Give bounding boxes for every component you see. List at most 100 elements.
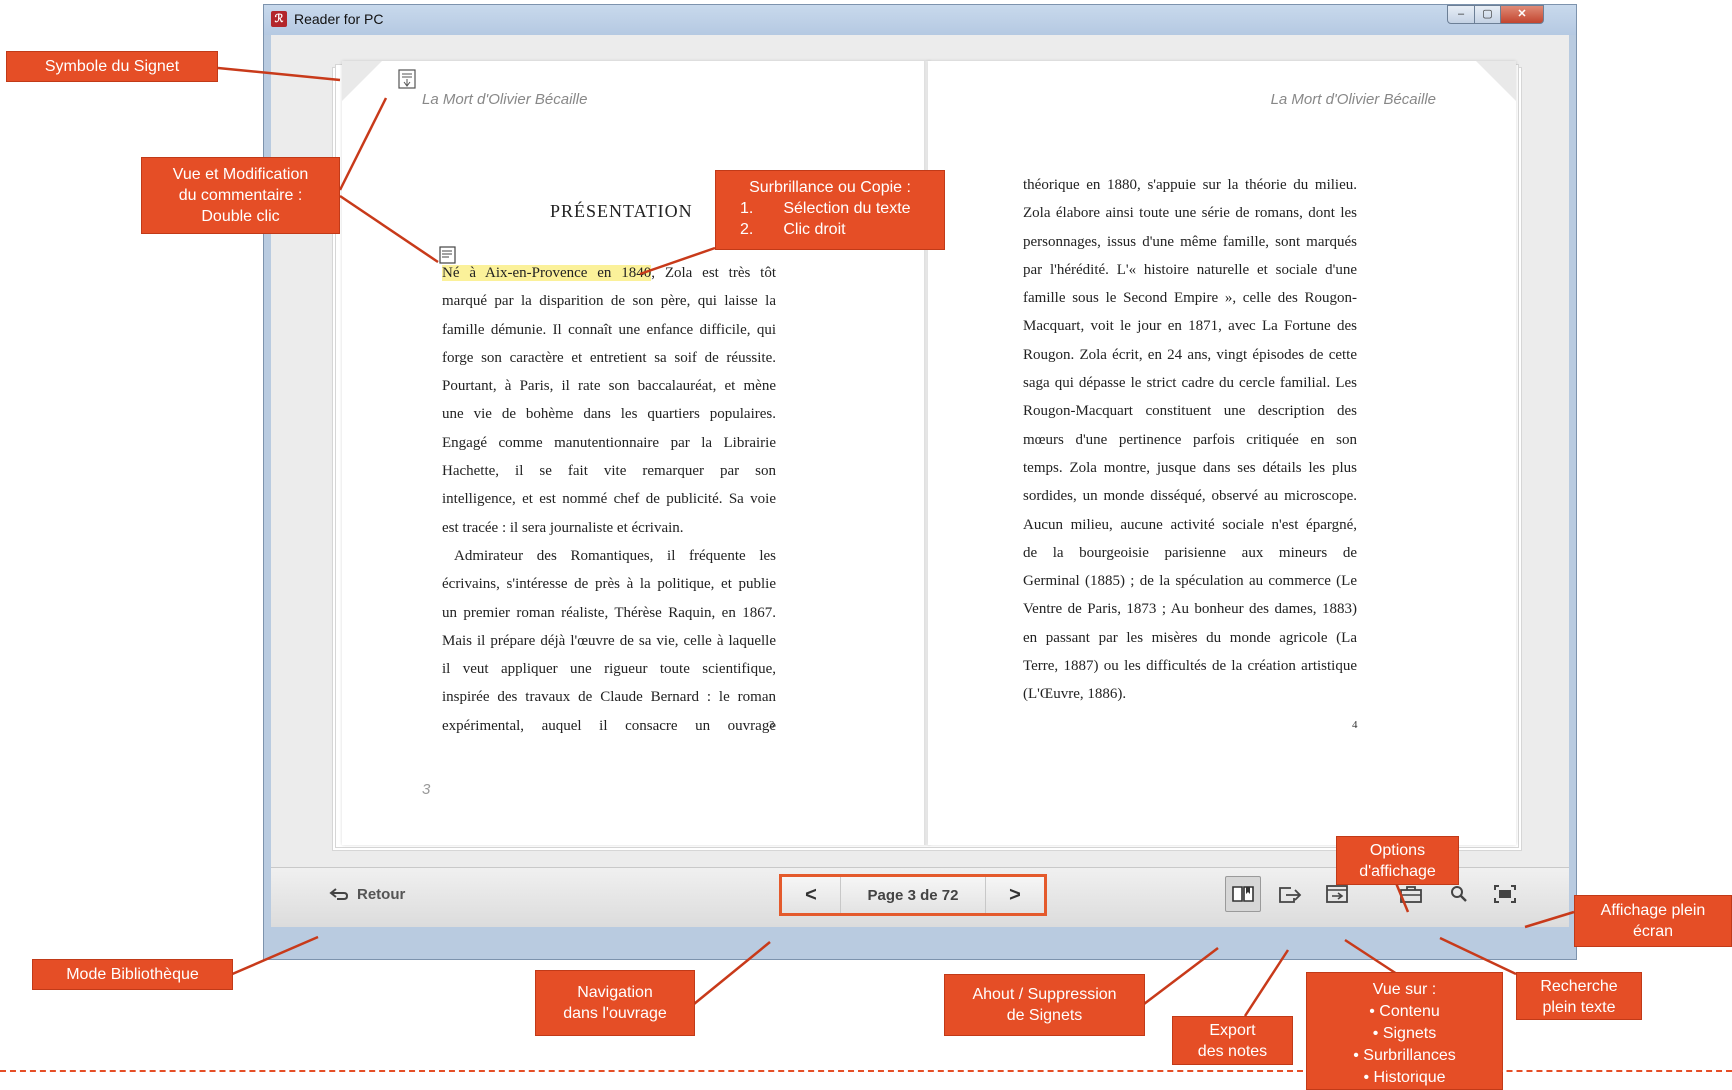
annotation-line: des notes — [1197, 1043, 1268, 1060]
maximize-button[interactable]: ▢ — [1474, 5, 1501, 24]
reader-window: ℛ Reader for PC ‒ ▢ ✕ La Mort d'Olivier … — [263, 4, 1577, 960]
annotation-highlight-copy: Surbrillance ou Copie : 1. Sélection du t… — [715, 170, 945, 250]
page-corner-fold[interactable] — [342, 61, 382, 101]
annotation-line: Ahout / Suppression — [972, 986, 1117, 1003]
text-line: expérimental, auquel il consacre un ouvr… — [442, 717, 776, 734]
text-line: une vie de bohème dans les quartiers pop… — [442, 406, 776, 423]
annotation-step: 2. Clic droit — [716, 219, 944, 240]
annotation-step: 1. Sélection du texte — [716, 198, 944, 219]
annotation-library-mode: Mode Bibliothèque — [32, 959, 233, 990]
toolbox-icon — [1400, 886, 1422, 903]
page-corner-fold[interactable] — [1476, 61, 1516, 101]
annotation-display-options: Options d'affichage — [1336, 836, 1459, 885]
right-page-text[interactable]: théorique en 1880, s'appuie sur la théor… — [1023, 171, 1357, 709]
annotation-line: Affichage plein — [1600, 902, 1706, 919]
annotation-line: Export — [1209, 1022, 1256, 1039]
chapter-heading: PRÉSENTATION — [550, 201, 693, 221]
text-line: en passant par les misères du monde agri… — [1023, 629, 1357, 646]
page-navigation: < Page 3 de 72 > — [779, 874, 1047, 916]
annotation-fullscreen: Affichage plein écran — [1574, 895, 1732, 947]
text-line: Germinal (1885) ; de la spéculation au c… — [1023, 573, 1357, 590]
previous-page-button[interactable]: < — [782, 877, 840, 913]
text-line: un premier roman réaliste, Thérèse Raqui… — [442, 604, 776, 621]
highlighted-text[interactable]: Né à Aix-en-Provence en 1840 — [442, 265, 652, 281]
text-line: temps. Zola montre, jusque dans ses déta… — [1023, 459, 1357, 476]
text-line: forge son caractère et entretient sa soi… — [442, 349, 776, 366]
text-line: Né à Aix-en-Provence en 1840, Zola est t… — [442, 259, 776, 287]
text-line: écrivains, s'intéresse de près à la poli… — [442, 576, 776, 593]
panel-view-icon — [1326, 885, 1348, 903]
annotation-navigation: Navigation dans l'ouvrage — [535, 970, 695, 1036]
annotation-line: Vue sur : — [1372, 981, 1437, 998]
text-line: Pourtant, à Paris, il rate son baccalaur… — [442, 378, 776, 395]
annotation-view-on: Vue sur : • Contenu • Signets • Surbrill… — [1306, 972, 1503, 1090]
annotation-line: Navigation — [577, 984, 653, 1001]
text-line: théorique en 1880, s'appuie sur la théor… — [1023, 177, 1357, 193]
reader-content: La Mort d'Olivier Bécaille PRÉSENTATION … — [271, 35, 1569, 897]
annotation-line: Options — [1369, 842, 1426, 859]
running-head-left: La Mort d'Olivier Bécaille — [422, 91, 588, 108]
bookmark-toggle-button[interactable] — [1225, 876, 1261, 912]
annotation-line: Surbrillance ou Copie : — [749, 179, 911, 196]
annotation-fulltext-search: Recherche plein texte — [1516, 972, 1642, 1020]
annotation-export: Export des notes — [1172, 1016, 1293, 1065]
export-icon — [1279, 887, 1302, 903]
page-folio-right: 4 — [1352, 719, 1358, 731]
close-button[interactable]: ✕ — [1500, 5, 1544, 24]
export-notes-button[interactable] — [1273, 876, 1309, 912]
minimize-button[interactable]: ‒ — [1447, 5, 1475, 24]
text-line: Admirateur des Romantiques, il fréquente… — [454, 547, 776, 564]
text-line: intelligence, et est nommé chef de publi… — [442, 491, 776, 508]
back-arrow-icon — [329, 888, 349, 900]
text-line: (L'Œuvre, 1886). — [1023, 686, 1127, 703]
text-line: Rougon-Macquart constituent une descript… — [1023, 403, 1357, 420]
text-line: Ventre de Paris, 1873 ; Au bonheur des d… — [1023, 601, 1357, 618]
text-line: de la bourgeoisie parisienne aux mineurs… — [1023, 544, 1357, 561]
running-head-right: La Mort d'Olivier Bécaille — [1270, 91, 1436, 108]
page-indicator: Page 3 de 72 — [840, 877, 986, 913]
annotation-line: dans l'ouvrage — [563, 1005, 667, 1022]
step-text: Sélection du texte — [783, 200, 911, 217]
annotation-line: • Signets — [1372, 1025, 1437, 1042]
reader-app-icon: ℛ — [271, 11, 287, 27]
text-line: il veut appliquer une rigueur toute scie… — [442, 661, 776, 678]
annotation-line: d'affichage — [1359, 863, 1436, 880]
title-bar[interactable]: ℛ Reader for PC ‒ ▢ ✕ — [264, 5, 1576, 35]
annotation-line: Double clic — [201, 208, 280, 225]
annotation-line: du commentaire : — [178, 187, 303, 204]
text-line: marqué par la disparition de son père, q… — [442, 293, 776, 310]
text-line: Terre, 1887) ou les difficultés de la cr… — [1023, 658, 1357, 675]
text-line: Rougon. Zola écrit, en 24 ans, vingt épi… — [1023, 346, 1357, 363]
fullscreen-button[interactable] — [1487, 876, 1523, 912]
text-line: saga qui dépasse le strict cadre du cerc… — [1023, 375, 1357, 392]
annotation-line: de Signets — [1006, 1007, 1083, 1024]
dashed-separator — [0, 1070, 1732, 1072]
left-page-text[interactable]: Né à Aix-en-Provence en 1840, Zola est t… — [442, 259, 776, 740]
text-line: Zola élabore ainsi toute une série de ro… — [1023, 205, 1357, 222]
annotation-bookmarks: Ahout / Suppression de Signets — [944, 974, 1145, 1036]
window-title: Reader for PC — [294, 11, 384, 27]
bookmark-symbol-icon[interactable] — [398, 69, 416, 89]
annotation-line: Vue et Modification — [172, 166, 309, 183]
annotation-line: • Contenu — [1369, 1003, 1440, 1020]
annotation-line: écran — [1632, 923, 1674, 940]
text-line: famille sous le Second Empire », celle d… — [1023, 290, 1357, 307]
text-line: Mais il prépare déjà l'œuvre de sa vie, … — [442, 632, 776, 649]
search-icon — [1451, 886, 1467, 902]
step-text: Clic droit — [783, 221, 846, 238]
annotation-line: • Surbrillances — [1353, 1047, 1456, 1064]
text-line: inspirée des travaux de Claude Bernard :… — [442, 689, 776, 706]
text-fragment: , Zola est très tôt — [651, 265, 776, 281]
text-line: Aucun milieu, aucune activité sociale n'… — [1023, 516, 1357, 533]
back-to-library-button[interactable]: Retour — [329, 882, 405, 906]
next-page-button[interactable]: > — [986, 877, 1044, 913]
text-line: personnages, issus d'une même famille, s… — [1023, 233, 1357, 250]
text-line: par l'hérédité. L'« histoire naturelle e… — [1023, 261, 1357, 278]
text-line: Engagé comme manutentionnaire par la Lib… — [442, 434, 776, 451]
right-page[interactable]: La Mort d'Olivier Bécaille théorique en … — [928, 61, 1516, 845]
annotation-comment: Vue et Modification du commentaire : Dou… — [141, 157, 340, 234]
text-line: mœurs d'une pertinence parfois critiquée… — [1023, 431, 1357, 448]
page-folio-left: 3 — [769, 719, 775, 731]
fullscreen-icon — [1494, 885, 1516, 903]
step-number: 1. — [740, 200, 754, 217]
